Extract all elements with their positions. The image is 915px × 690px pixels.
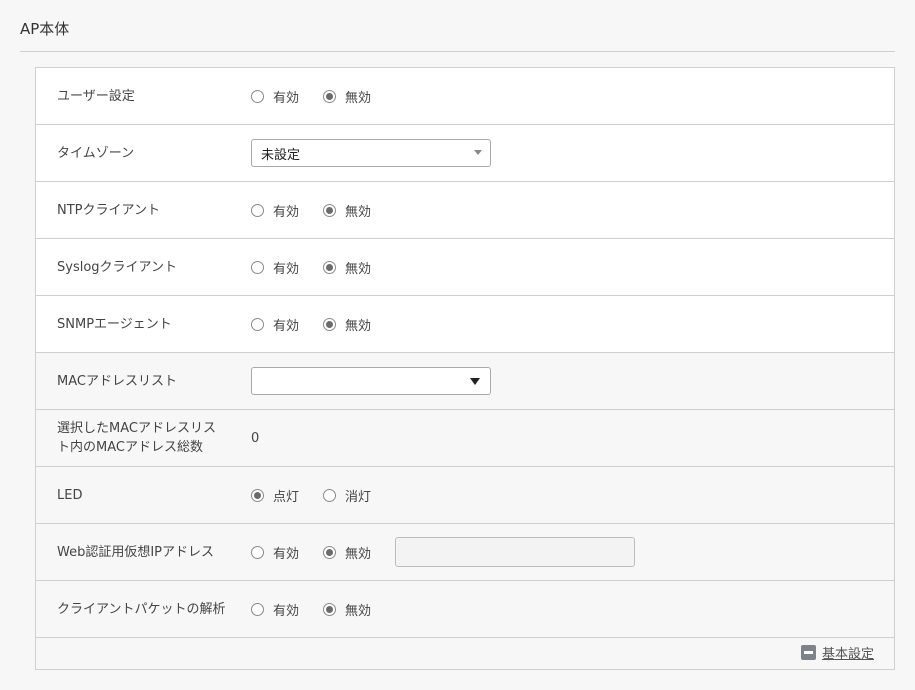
radio-checked-icon [323, 203, 337, 217]
section-title: AP本体 [20, 20, 70, 38]
row-label: 選択したMACアドレスリスト内のMACアドレス総数 [57, 421, 216, 455]
row-label: タイムゾーン [57, 145, 135, 161]
radio-icon [251, 203, 264, 217]
radio-label: 消灯 [345, 489, 372, 505]
row-user-setting: ユーザー設定 有効 無効 [36, 68, 894, 125]
panel-footer: 基本設定 [36, 638, 894, 669]
row-timezone: タイムゾーン 未設定 [36, 125, 894, 182]
radio-checked-icon [323, 602, 337, 616]
radio-user-setting-enable[interactable]: 有効 [251, 87, 299, 106]
radio-label: 有効 [273, 546, 300, 562]
radio-web-auth-disable[interactable]: 無効 [323, 543, 371, 562]
row-snmp-agent: SNMPエージェント 有効 無効 [36, 296, 894, 353]
mac-count-control: 0 [251, 410, 259, 466]
mac-address-list-select[interactable] [251, 367, 491, 395]
radio-label: 点灯 [273, 489, 300, 505]
radio-label: 有効 [273, 603, 300, 619]
radio-group-snmp-agent: 有効 無効 [251, 296, 395, 352]
basic-settings-label: 基本設定 [821, 647, 874, 662]
radio-group-web-auth: 有効 無効 [251, 524, 636, 580]
radio-snmp-disable[interactable]: 無効 [323, 315, 371, 334]
radio-icon [323, 488, 337, 502]
row-label: MACアドレスリスト [57, 373, 177, 389]
settings-panel: ユーザー設定 有効 無効 タイムゾーン 未設定 NTPクライアント 有効 無効 … [35, 67, 895, 670]
timezone-select[interactable]: 未設定 [251, 139, 491, 167]
radio-label: 無効 [345, 261, 372, 277]
radio-icon [251, 317, 264, 331]
row-syslog-client: Syslogクライアント 有効 無効 [36, 239, 894, 296]
radio-label: 有効 [273, 318, 300, 334]
radio-group-led: 点灯 消灯 [251, 467, 395, 523]
radio-ntp-enable[interactable]: 有効 [251, 201, 299, 220]
radio-label: 無効 [345, 546, 372, 562]
timezone-control: 未設定 [251, 125, 491, 181]
chevron-down-icon [470, 378, 480, 385]
radio-label: 無効 [345, 204, 372, 220]
radio-group-ntp-client: 有効 無効 [251, 182, 395, 238]
row-web-auth-virtual-ip: Web認証用仮想IPアドレス 有効 無効 [36, 524, 894, 581]
radio-group-packet-analysis: 有効 無効 [251, 581, 395, 637]
radio-label: 有効 [273, 261, 300, 277]
radio-label: 有効 [273, 204, 300, 220]
basic-settings-link[interactable]: 基本設定 [800, 643, 874, 662]
row-label: NTPクライアント [57, 202, 160, 218]
radio-user-setting-disable[interactable]: 無効 [323, 87, 371, 106]
row-ntp-client: NTPクライアント 有効 無効 [36, 182, 894, 239]
title-divider [20, 51, 895, 52]
row-label: クライアントパケットの解析 [57, 601, 226, 617]
radio-checked-icon [323, 545, 337, 559]
row-client-packet-analysis: クライアントパケットの解析 有効 無効 [36, 581, 894, 638]
radio-led-on[interactable]: 点灯 [251, 486, 299, 505]
radio-checked-icon [323, 260, 337, 274]
row-label: ユーザー設定 [57, 88, 135, 104]
chevron-down-icon [474, 150, 482, 155]
radio-packet-analysis-disable[interactable]: 無効 [323, 600, 371, 619]
radio-checked-icon [251, 488, 264, 502]
radio-checked-icon [323, 89, 337, 103]
row-label: LED [57, 487, 83, 503]
select-value: 未設定 [261, 147, 301, 163]
row-mac-address-list: MACアドレスリスト [36, 353, 894, 410]
radio-label: 無効 [345, 318, 372, 334]
radio-web-auth-enable[interactable]: 有効 [251, 543, 299, 562]
radio-group-syslog-client: 有効 無効 [251, 239, 395, 295]
radio-icon [251, 545, 264, 559]
radio-icon [251, 260, 264, 274]
radio-label: 有効 [273, 90, 300, 106]
radio-syslog-disable[interactable]: 無効 [323, 258, 371, 277]
radio-led-off[interactable]: 消灯 [323, 486, 371, 505]
mac-address-count-value: 0 [251, 430, 260, 446]
minus-square-icon [800, 645, 816, 660]
row-mac-address-count: 選択したMACアドレスリスト内のMACアドレス総数 0 [36, 410, 894, 467]
radio-icon [251, 89, 264, 103]
row-label: Syslogクライアント [57, 259, 178, 275]
radio-group-user-setting: 有効 無効 [251, 68, 395, 124]
radio-packet-analysis-enable[interactable]: 有効 [251, 600, 299, 619]
radio-syslog-enable[interactable]: 有効 [251, 258, 299, 277]
row-led: LED 点灯 消灯 [36, 467, 894, 524]
radio-checked-icon [323, 317, 337, 331]
radio-snmp-enable[interactable]: 有効 [251, 315, 299, 334]
mac-list-control [251, 353, 491, 409]
row-label: SNMPエージェント [57, 316, 172, 332]
radio-icon [251, 602, 264, 616]
radio-label: 無効 [345, 603, 372, 619]
radio-ntp-disable[interactable]: 無効 [323, 201, 371, 220]
virtual-ip-input[interactable] [395, 537, 636, 567]
radio-label: 無効 [345, 90, 372, 106]
row-label: Web認証用仮想IPアドレス [57, 544, 215, 560]
